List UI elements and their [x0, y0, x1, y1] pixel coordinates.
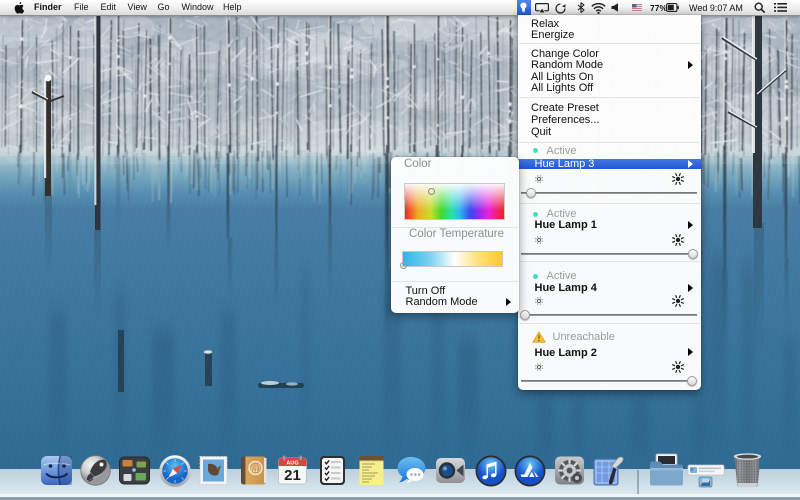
svg-text:21: 21: [284, 467, 301, 484]
svg-text:AUG: AUG: [286, 461, 298, 467]
svg-text:@: @: [249, 461, 260, 475]
